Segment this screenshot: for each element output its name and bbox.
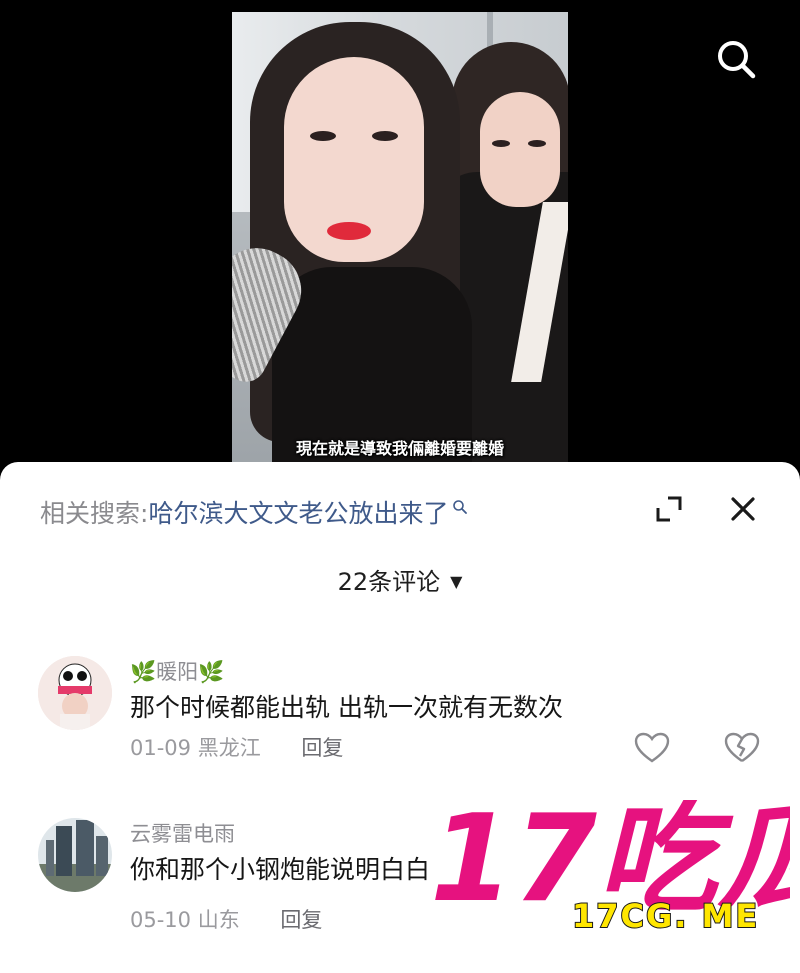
search-icon: [718, 41, 756, 79]
watermark-graphic: 17吃瓜 17CG. ME: [428, 788, 800, 936]
eye: [372, 131, 398, 141]
broken-heart-icon: [724, 732, 760, 762]
comment-meta: 01-09 黑龙江 回复: [130, 732, 343, 762]
comment-date: 05-10: [130, 908, 192, 932]
eye: [492, 140, 510, 147]
video-subtitle: 現在就是導致我倆離婚要離婚: [295, 439, 504, 458]
close-icon: [731, 497, 755, 521]
comment-location: 山东: [197, 908, 240, 932]
related-search-query[interactable]: 哈尔滨大文文老公放出来了: [148, 494, 448, 530]
expand-button[interactable]: [652, 492, 686, 526]
comment-count-toggle[interactable]: 22条评论 ▼: [0, 562, 800, 597]
video-player[interactable]: 現在就是導致我倆離婚要離婚: [0, 0, 800, 470]
comment-text[interactable]: 你和那个小钢炮能说明白白: [130, 850, 430, 886]
avatar-image: [38, 656, 112, 730]
comment-username: 暖阳: [156, 660, 199, 684]
watermark-logo: 17吃瓜 17CG. ME: [428, 788, 800, 940]
heart-icon: [634, 732, 670, 763]
comment-text-main: 你和那个小钢炮能说明白: [130, 855, 406, 884]
comment-username[interactable]: 云雾雷电雨: [130, 818, 235, 848]
person-left-lips: [327, 222, 371, 240]
leaf-icon: 🌿: [130, 660, 157, 684]
comment-meta: 05-10 山东 回复: [130, 904, 322, 934]
watermark-domain-text: 17CG. ME: [572, 897, 759, 935]
eye: [310, 131, 336, 141]
avatar-image: [38, 818, 112, 892]
like-button[interactable]: [634, 732, 670, 764]
leaf-icon: 🌿: [198, 660, 225, 684]
close-button[interactable]: [726, 492, 760, 526]
video-frame[interactable]: 現在就是導致我倆離婚要離婚: [232, 12, 568, 470]
avatar[interactable]: [38, 656, 112, 730]
person-right-face: [480, 92, 560, 207]
comment-location: 黑龙江: [197, 736, 261, 760]
search-button[interactable]: [714, 37, 758, 81]
comment-username-row[interactable]: 🌿暖阳🌿: [130, 656, 224, 686]
reply-button[interactable]: 回复: [280, 908, 322, 932]
comment-text[interactable]: 那个时候都能出轨 出轨一次就有无数次: [130, 688, 563, 724]
eye: [528, 140, 546, 147]
comment-text-tail: 白: [405, 855, 431, 884]
avatar[interactable]: [38, 818, 112, 892]
search-small-icon: [453, 500, 468, 514]
expand-icon: [656, 496, 682, 522]
comment-count-label: 22条评论: [337, 568, 441, 596]
dislike-button[interactable]: [724, 732, 760, 764]
related-search-label: 相关搜索:: [40, 499, 149, 528]
caret-down-icon: ▼: [450, 572, 463, 591]
reply-button[interactable]: 回复: [301, 736, 343, 760]
related-search[interactable]: 相关搜索: 哈尔滨大文文老公放出来了: [40, 494, 468, 530]
comment-date: 01-09: [130, 736, 192, 760]
